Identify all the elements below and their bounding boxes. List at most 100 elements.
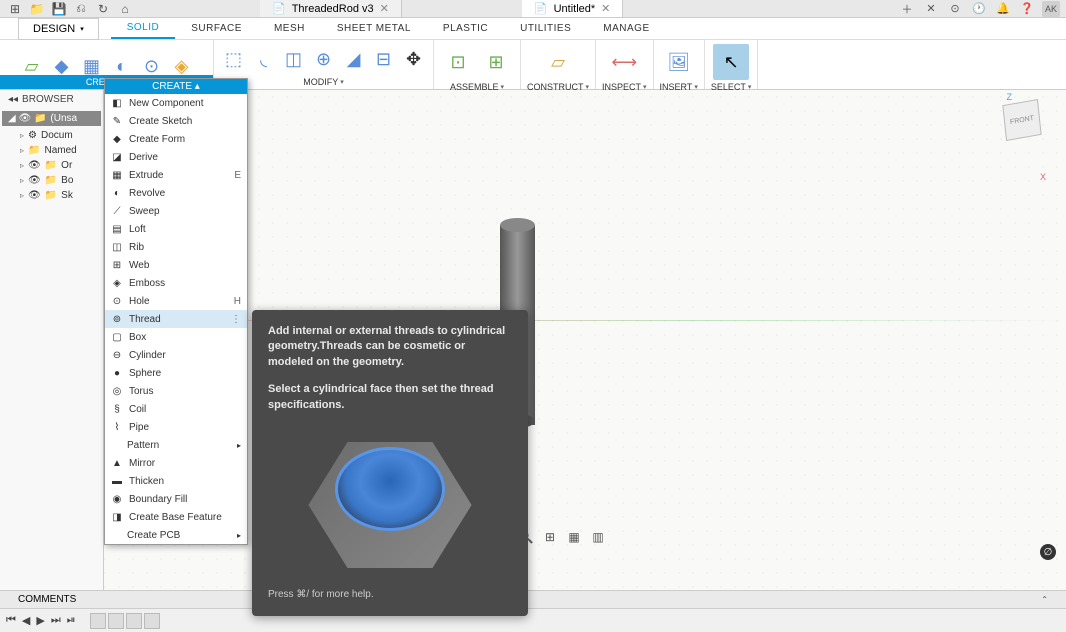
grid-icon[interactable]: ▥ bbox=[589, 528, 607, 546]
document-tab-threadedrod[interactable]: 📄 ThreadedRod v3 ✕ bbox=[260, 0, 402, 17]
status-icon[interactable]: ∅ bbox=[1040, 544, 1056, 560]
redo-icon[interactable]: ↻ bbox=[96, 2, 110, 16]
app-menu-icon[interactable]: ⊞ bbox=[8, 2, 22, 16]
timeline-start-icon[interactable]: ⏮ bbox=[6, 614, 16, 627]
tool-group-select: ↖ SELECT bbox=[705, 40, 759, 89]
extensions-icon[interactable]: ✕ bbox=[922, 1, 940, 17]
menu-item-label: Sphere bbox=[129, 368, 161, 379]
construct-plane-icon[interactable]: ▱ bbox=[540, 44, 576, 80]
shell-icon[interactable]: ◫ bbox=[280, 46, 308, 74]
tab-sheet-metal[interactable]: SHEET METAL bbox=[321, 18, 427, 39]
menu-item-cylinder[interactable]: ⊖Cylinder bbox=[105, 346, 247, 364]
notification-icon[interactable]: 🔔 bbox=[994, 1, 1012, 17]
menu-item-mirror[interactable]: ▲Mirror bbox=[105, 454, 247, 472]
assemble-joint-icon[interactable]: ⊡ bbox=[440, 44, 476, 80]
browser-item-origin[interactable]: ▹ 👁 📁 Or bbox=[0, 158, 103, 173]
tab-mesh[interactable]: MESH bbox=[258, 18, 321, 39]
menu-item-extrude[interactable]: ▦ExtrudeE bbox=[105, 166, 247, 184]
browser-item-sketches[interactable]: ▹ 👁 📁 Sk bbox=[0, 188, 103, 203]
menu-item-torus[interactable]: ◎Torus bbox=[105, 382, 247, 400]
draft-icon[interactable]: ◢ bbox=[340, 46, 368, 74]
clock-icon[interactable]: 🕐 bbox=[970, 1, 988, 17]
menu-item-sphere[interactable]: ● Sphere bbox=[105, 364, 247, 382]
menu-item-coil[interactable]: §Coil bbox=[105, 400, 247, 418]
tab-utilities[interactable]: UTILITIES bbox=[504, 18, 587, 39]
workspace-row: DESIGN▾ SOLID SURFACE MESH SHEET METAL P… bbox=[0, 18, 1066, 40]
menu-item-label: Create Form bbox=[129, 134, 185, 145]
menu-item-hole[interactable]: ⊙HoleH bbox=[105, 292, 247, 310]
browser-item-document[interactable]: ▹ ⚙ Docum bbox=[0, 128, 103, 143]
menu-item-loft[interactable]: ▤Loft bbox=[105, 220, 247, 238]
menu-item-web[interactable]: ⊞Web bbox=[105, 256, 247, 274]
timeline-play-icon[interactable]: ⏯ bbox=[67, 614, 76, 627]
save-icon[interactable]: 💾 bbox=[52, 2, 66, 16]
menu-item-box[interactable]: ▢Box bbox=[105, 328, 247, 346]
measure-icon[interactable]: ⟷ bbox=[606, 44, 642, 80]
menu-item-revolve[interactable]: ◐Revolve bbox=[105, 184, 247, 202]
menu-icon: ◆ bbox=[111, 133, 123, 145]
display-icon[interactable]: ▦ bbox=[565, 528, 583, 546]
browser-header[interactable]: ◂◂ BROWSER bbox=[0, 90, 103, 109]
title-bar: ⊞ 📁 💾 ⎌ ↻ ⌂ 📄 ThreadedRod v3 ✕ 📄 Untitle… bbox=[0, 0, 1066, 18]
expand-icon[interactable]: ⌃ bbox=[1041, 595, 1048, 604]
menu-item-boundary-fill[interactable]: ◉Boundary Fill bbox=[105, 490, 247, 508]
menu-item-create-sketch[interactable]: ✎Create Sketch bbox=[105, 112, 247, 130]
comments-bar[interactable]: COMMENTS ⌃ bbox=[0, 590, 1066, 608]
menu-item-new-component[interactable]: ◧New Component bbox=[105, 94, 247, 112]
menu-item-emboss[interactable]: ◈Emboss bbox=[105, 274, 247, 292]
menu-item-derive[interactable]: ◪Derive bbox=[105, 148, 247, 166]
assemble-rigid-icon[interactable]: ⊞ bbox=[478, 44, 514, 80]
timeline-next-icon[interactable]: ▶ bbox=[36, 614, 44, 627]
tab-manage[interactable]: MANAGE bbox=[587, 18, 665, 39]
timeline-feature[interactable] bbox=[144, 613, 160, 629]
menu-item-pattern[interactable]: Pattern▸ bbox=[105, 436, 247, 454]
combine-icon[interactable]: ⊕ bbox=[310, 46, 338, 74]
menu-item-sweep[interactable]: ⟋Sweep bbox=[105, 202, 247, 220]
timeline-feature[interactable] bbox=[126, 613, 142, 629]
help-icon[interactable]: ❓ bbox=[1018, 1, 1036, 17]
modify-dropdown[interactable]: MODIFY bbox=[303, 75, 344, 89]
fillet-icon[interactable]: ◟ bbox=[250, 46, 278, 74]
tool-group-assemble: ⊡ ⊞ ASSEMBLE bbox=[434, 40, 521, 89]
tool-group-inspect: ⟷ INSPECT bbox=[596, 40, 654, 89]
tab-solid[interactable]: SOLID bbox=[111, 18, 176, 39]
workspace-switcher[interactable]: DESIGN▾ bbox=[18, 18, 99, 40]
fit-icon[interactable]: ⊞ bbox=[541, 528, 559, 546]
open-icon[interactable]: 📁 bbox=[30, 2, 44, 16]
close-icon[interactable]: ✕ bbox=[380, 2, 389, 15]
menu-item-rib[interactable]: ◫Rib bbox=[105, 238, 247, 256]
menu-item-create-pcb[interactable]: Create PCB▸ bbox=[105, 526, 247, 544]
presspull-icon[interactable]: ⬚ bbox=[220, 46, 248, 74]
menu-item-create-base-feature[interactable]: ◨Create Base Feature bbox=[105, 508, 247, 526]
document-tab-untitled[interactable]: 📄 Untitled* ✕ bbox=[522, 0, 624, 17]
timeline-end-icon[interactable]: ⏭ bbox=[51, 614, 61, 627]
menu-item-thread[interactable]: ⊚Thread⋮ bbox=[105, 310, 247, 328]
browser-item-bodies[interactable]: ▹ 👁 📁 Bo bbox=[0, 173, 103, 188]
menu-item-thicken[interactable]: ▬Thicken bbox=[105, 472, 247, 490]
timeline-prev-icon[interactable]: ◀ bbox=[22, 614, 30, 627]
undo-icon[interactable]: ⎌ bbox=[74, 2, 88, 16]
insert-icon[interactable]: 🖼 bbox=[661, 44, 697, 80]
timeline-feature[interactable] bbox=[108, 613, 124, 629]
avatar[interactable]: AK bbox=[1042, 1, 1060, 17]
tab-plastic[interactable]: PLASTIC bbox=[427, 18, 504, 39]
job-status-icon[interactable]: ⊙ bbox=[946, 1, 964, 17]
browser-item-named[interactable]: ▹ 📁 Named bbox=[0, 143, 103, 158]
menu-icon: ● bbox=[111, 367, 123, 379]
timeline-feature[interactable] bbox=[90, 613, 106, 629]
home-icon[interactable]: ⌂ bbox=[118, 2, 132, 16]
new-icon[interactable]: ＋ bbox=[898, 1, 916, 17]
split-icon[interactable]: ⊟ bbox=[370, 46, 398, 74]
browser-root-node[interactable]: ◢ 👁 📁 (Unsa bbox=[2, 111, 101, 126]
menu-item-label: Pattern bbox=[127, 440, 159, 451]
shortcut-label: E bbox=[234, 170, 241, 181]
close-icon[interactable]: ✕ bbox=[601, 2, 610, 15]
menu-item-create-form[interactable]: ◆ Create Form bbox=[105, 130, 247, 148]
viewcube[interactable]: FRONT bbox=[1004, 102, 1048, 146]
select-icon[interactable]: ↖ bbox=[713, 44, 749, 80]
menu-item-pipe[interactable]: ⌇Pipe bbox=[105, 418, 247, 436]
ribbon-tabs: SOLID SURFACE MESH SHEET METAL PLASTIC U… bbox=[111, 18, 666, 39]
move-icon[interactable]: ✥ bbox=[400, 46, 428, 74]
menu-item-label: Cylinder bbox=[129, 350, 166, 361]
tab-surface[interactable]: SURFACE bbox=[175, 18, 258, 39]
